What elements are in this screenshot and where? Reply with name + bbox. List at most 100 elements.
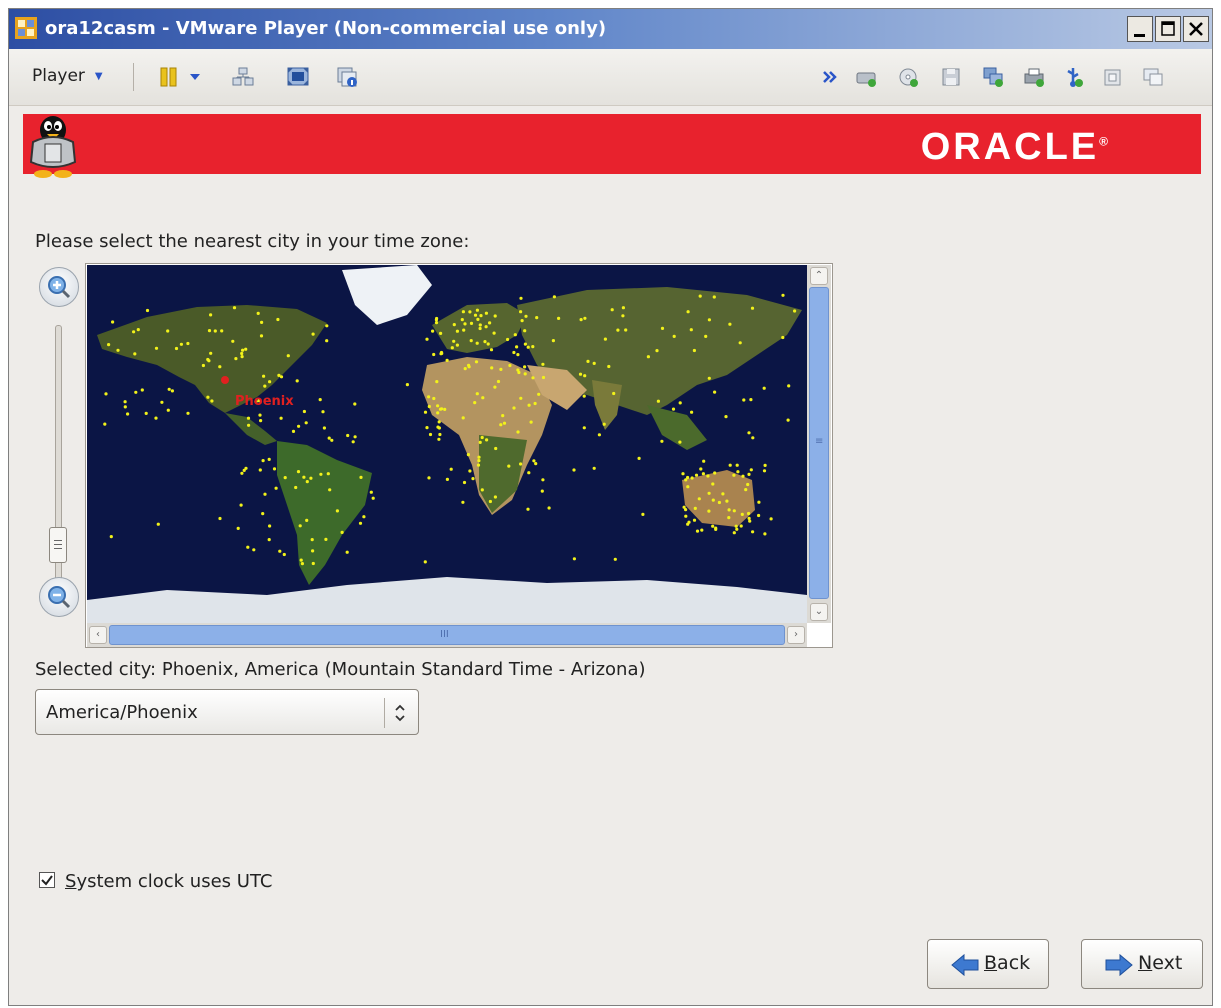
- chevron-down-icon[interactable]: [189, 71, 201, 83]
- city-dot[interactable]: [508, 363, 512, 368]
- world-map[interactable]: Phoenix: [87, 265, 807, 623]
- horizontal-scrollbar-thumb[interactable]: III: [109, 625, 785, 645]
- city-dot[interactable]: [262, 374, 266, 378]
- city-dot[interactable]: [319, 472, 323, 476]
- city-dot[interactable]: [693, 506, 697, 510]
- city-dot[interactable]: [234, 357, 238, 361]
- city-dot[interactable]: [244, 347, 248, 351]
- city-dot[interactable]: [206, 395, 210, 399]
- city-dot[interactable]: [728, 463, 732, 467]
- city-dot[interactable]: [179, 342, 183, 346]
- city-dot[interactable]: [493, 385, 497, 389]
- city-dot[interactable]: [427, 476, 431, 480]
- city-dot[interactable]: [258, 413, 262, 417]
- city-dot[interactable]: [711, 498, 715, 502]
- city-dot[interactable]: [445, 477, 449, 481]
- city-dot[interactable]: [692, 348, 697, 353]
- city-dot[interactable]: [324, 537, 328, 541]
- city-dot[interactable]: [473, 401, 477, 405]
- city-dot[interactable]: [160, 400, 164, 404]
- city-dot[interactable]: [475, 392, 479, 396]
- city-dot[interactable]: [483, 340, 487, 344]
- city-dot[interactable]: [167, 387, 171, 391]
- city-dot[interactable]: [486, 342, 490, 346]
- city-dot[interactable]: [711, 482, 715, 486]
- map-horizontal-scrollbar[interactable]: ‹ III ›: [87, 623, 807, 647]
- city-dot[interactable]: [612, 391, 616, 396]
- floppy-icon[interactable]: [939, 65, 963, 89]
- city-dot[interactable]: [291, 429, 296, 433]
- city-dot[interactable]: [681, 472, 685, 476]
- city-dot[interactable]: [295, 379, 299, 383]
- usb-icon[interactable]: [1061, 65, 1085, 89]
- city-dot[interactable]: [445, 358, 449, 362]
- city-dot[interactable]: [513, 333, 517, 337]
- city-dot[interactable]: [186, 411, 190, 415]
- city-dot[interactable]: [484, 311, 488, 315]
- city-dot[interactable]: [346, 433, 350, 438]
- city-dot[interactable]: [660, 439, 664, 443]
- city-dot[interactable]: [499, 367, 503, 371]
- city-dot[interactable]: [671, 407, 676, 411]
- city-dot[interactable]: [435, 380, 439, 384]
- city-dot[interactable]: [353, 402, 357, 406]
- city-dot[interactable]: [749, 398, 753, 402]
- city-dot[interactable]: [646, 355, 651, 359]
- city-dot[interactable]: [296, 470, 301, 474]
- city-dot[interactable]: [132, 330, 136, 334]
- city-dot[interactable]: [242, 468, 246, 472]
- city-dot[interactable]: [735, 463, 739, 467]
- city-dot[interactable]: [531, 376, 535, 380]
- city-dot[interactable]: [541, 375, 546, 380]
- city-dot[interactable]: [735, 527, 739, 531]
- more-icon[interactable]: [819, 65, 843, 89]
- city-dot[interactable]: [747, 472, 751, 476]
- city-dot[interactable]: [145, 308, 150, 313]
- city-dot[interactable]: [452, 323, 456, 327]
- city-dot[interactable]: [174, 346, 179, 351]
- city-dot[interactable]: [519, 310, 523, 314]
- city-dot[interactable]: [686, 485, 690, 489]
- city-dot[interactable]: [531, 345, 535, 349]
- city-dot[interactable]: [474, 360, 479, 364]
- city-dot[interactable]: [493, 314, 497, 318]
- city-dot[interactable]: [524, 314, 528, 318]
- zoom-in-button[interactable]: [39, 267, 79, 307]
- city-dot[interactable]: [261, 512, 265, 516]
- city-dot[interactable]: [684, 508, 688, 512]
- city-dot[interactable]: [107, 343, 111, 347]
- city-dot[interactable]: [272, 467, 277, 471]
- city-dot[interactable]: [201, 363, 205, 368]
- city-dot[interactable]: [578, 372, 583, 376]
- city-dot[interactable]: [123, 405, 127, 409]
- city-dot[interactable]: [186, 341, 190, 346]
- hard-disk-icon[interactable]: [854, 65, 878, 89]
- city-dot[interactable]: [572, 557, 576, 561]
- city-dot[interactable]: [156, 522, 160, 526]
- city-dot[interactable]: [206, 357, 210, 362]
- fullscreen-icon[interactable]: [286, 65, 310, 89]
- city-dot[interactable]: [218, 516, 222, 521]
- city-dot[interactable]: [126, 412, 130, 416]
- city-dot[interactable]: [103, 422, 107, 426]
- city-dot[interactable]: [484, 325, 488, 329]
- city-dot[interactable]: [621, 306, 626, 310]
- city-dot[interactable]: [540, 489, 544, 493]
- city-dot[interactable]: [463, 367, 467, 371]
- city-dot[interactable]: [692, 518, 697, 522]
- city-dot[interactable]: [144, 411, 148, 415]
- city-dot[interactable]: [425, 426, 429, 430]
- city-dot[interactable]: [481, 396, 485, 400]
- city-dot[interactable]: [727, 516, 731, 520]
- city-dot[interactable]: [684, 514, 688, 518]
- city-dot[interactable]: [707, 376, 711, 380]
- city-dot[interactable]: [583, 374, 587, 378]
- city-dot[interactable]: [443, 407, 447, 411]
- city-dot[interactable]: [311, 561, 315, 566]
- selected-city-marker[interactable]: [221, 376, 229, 384]
- city-dot[interactable]: [435, 316, 439, 321]
- scroll-up-arrow-icon[interactable]: ⌃: [810, 267, 828, 285]
- city-dot[interactable]: [739, 524, 743, 528]
- city-dot[interactable]: [241, 348, 245, 352]
- city-dot[interactable]: [326, 472, 330, 476]
